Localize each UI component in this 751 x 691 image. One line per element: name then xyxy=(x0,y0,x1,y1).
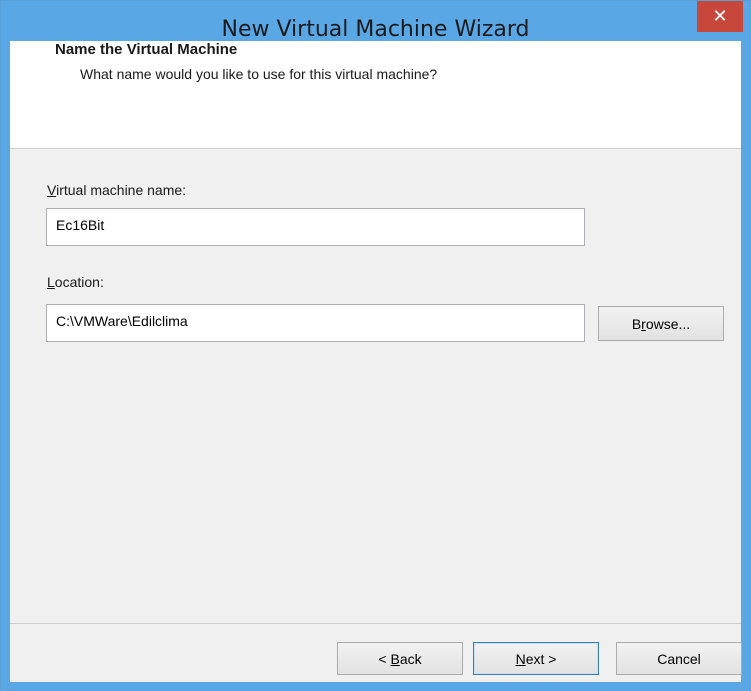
window-title: New Virtual Machine Wizard xyxy=(221,17,530,42)
browse-button[interactable]: Br owse... xyxy=(598,306,724,341)
back-label-pre: < xyxy=(378,650,391,667)
location-input-value: C:\VMWare\Edilclima xyxy=(56,313,188,329)
close-button[interactable]: ✕ xyxy=(697,1,743,32)
cancel-button[interactable]: Cancel xyxy=(616,642,742,675)
back-label-mnemonic: B xyxy=(390,650,400,667)
back-label-post: ack xyxy=(399,650,422,667)
next-label-mnemonic: N xyxy=(515,650,526,667)
vm-name-input-value: Ec16Bit xyxy=(56,217,105,233)
location-label: Location: xyxy=(47,274,104,290)
next-button[interactable]: Next > xyxy=(473,642,599,675)
vm-name-input[interactable]: Ec16Bit xyxy=(46,208,585,246)
location-label-mnemonic: L xyxy=(47,274,55,290)
page-subtitle: What name would you like to use for this… xyxy=(80,66,438,82)
vm-name-label-mnemonic: V xyxy=(47,182,57,198)
footer-separator xyxy=(10,623,741,624)
next-label-post: ext > xyxy=(525,650,557,667)
window-frame-left xyxy=(1,41,10,691)
vm-name-label-text: irtual machine name: xyxy=(56,182,187,198)
window-frame-bottom xyxy=(1,682,750,690)
window-frame-right xyxy=(741,41,750,691)
wizard-window: New Virtual Machine Wizard ✕ Name the Vi… xyxy=(0,0,751,691)
location-label-text: ocation: xyxy=(54,274,104,290)
browse-label-pre: B xyxy=(631,315,642,332)
browse-label-post: owse... xyxy=(645,315,691,332)
location-input[interactable]: C:\VMWare\Edilclima xyxy=(46,304,585,342)
vm-name-label: Virtual machine name: xyxy=(47,182,186,198)
back-button[interactable]: < Back xyxy=(337,642,463,675)
close-icon: ✕ xyxy=(712,6,728,27)
cancel-label: Cancel xyxy=(657,650,701,667)
page-title: Name the Virtual Machine xyxy=(55,41,238,58)
